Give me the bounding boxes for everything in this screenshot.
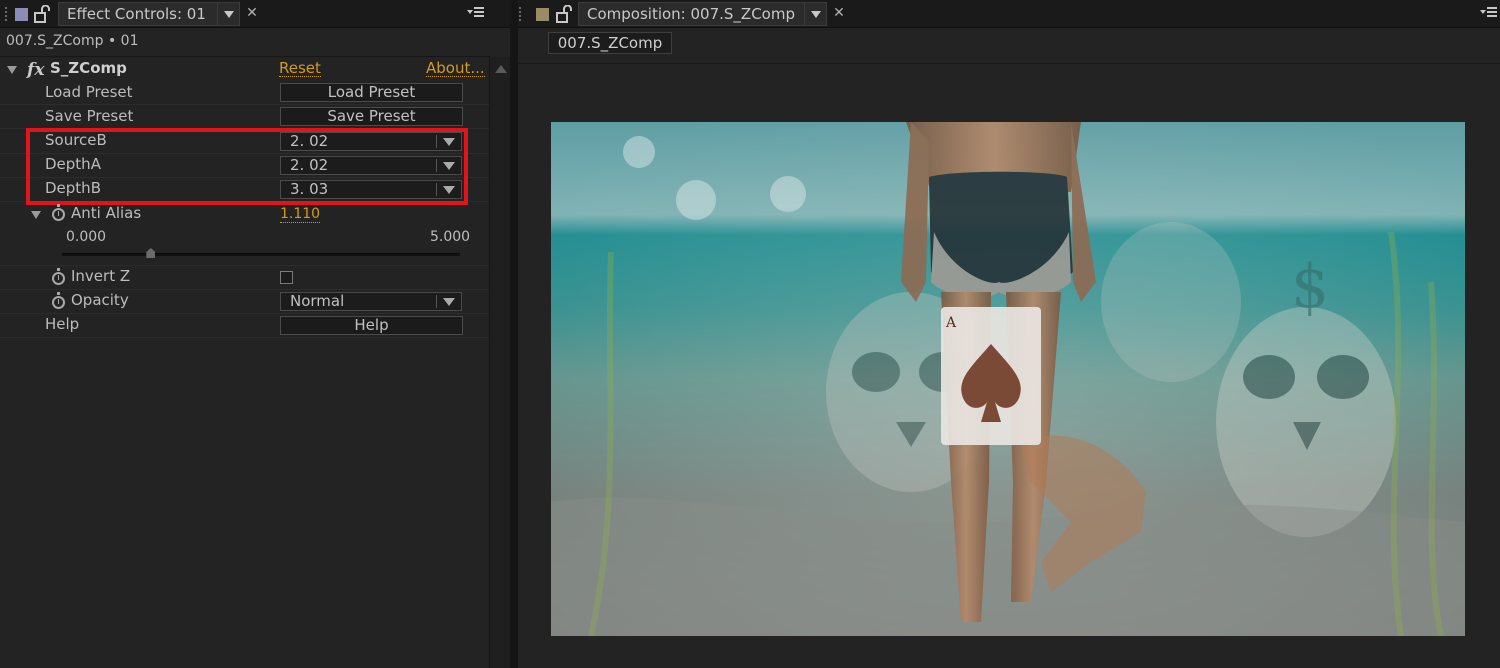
highlight-box: [26, 128, 468, 205]
chevron-down-icon[interactable]: [217, 3, 239, 25]
property-row-invert-z: Invert Z: [0, 266, 489, 290]
effect-name: S_ZComp: [50, 59, 127, 77]
panel-divider[interactable]: [510, 0, 518, 668]
load-preset-button[interactable]: Load Preset: [280, 83, 463, 102]
chevron-down-icon[interactable]: [804, 3, 826, 25]
about-link[interactable]: About...: [426, 60, 485, 77]
scroll-up-icon[interactable]: [495, 65, 507, 73]
panel-grip-icon[interactable]: [518, 6, 522, 22]
tab-composition[interactable]: Composition: 007.S_ZComp: [578, 2, 827, 26]
close-icon[interactable]: ✕: [245, 4, 259, 22]
unlock-icon[interactable]: [34, 5, 50, 23]
property-row-opacity: Opacity Normal: [0, 290, 489, 314]
property-label: Help: [45, 315, 80, 333]
panel-color-swatch-icon: [15, 8, 28, 21]
twirl-down-icon[interactable]: [31, 211, 41, 219]
divider: [518, 63, 1500, 64]
scrollbar[interactable]: [489, 57, 510, 668]
invert-z-checkbox[interactable]: [280, 271, 293, 284]
help-button[interactable]: Help: [280, 316, 463, 335]
anti-alias-value[interactable]: 1.110: [280, 206, 321, 223]
tab-effect-controls[interactable]: Effect Controls: 01: [58, 2, 240, 26]
effect-controls-tabbar: Effect Controls: 01 ✕: [0, 0, 510, 28]
fx-icon[interactable]: fx: [27, 60, 44, 80]
composition-tabbar: Composition: 007.S_ZComp ✕: [518, 0, 1500, 28]
stopwatch-icon[interactable]: [52, 292, 65, 309]
property-label: Save Preset: [45, 107, 134, 125]
divider: [436, 295, 437, 308]
stopwatch-icon[interactable]: [52, 268, 65, 285]
twirl-down-icon[interactable]: [7, 66, 17, 74]
skull-overlay-top: [1101, 222, 1241, 382]
property-label: Load Preset: [45, 83, 133, 101]
property-label: Opacity: [71, 291, 129, 309]
panel-menu-icon[interactable]: [467, 6, 485, 20]
layer-breadcrumb: 007.S_ZComp • 01: [6, 33, 139, 49]
unlock-icon[interactable]: [556, 5, 572, 23]
panel-menu-icon[interactable]: [1480, 6, 1498, 20]
effect-controls-panel: Effect Controls: 01 ✕ 007.S_ZComp • 01 f…: [0, 0, 510, 668]
card-rank: A: [945, 315, 957, 331]
slider-row: [0, 241, 489, 266]
panel-color-swatch-icon: [536, 8, 549, 21]
close-icon[interactable]: ✕: [832, 4, 846, 22]
stopwatch-icon[interactable]: [52, 204, 65, 221]
composition-subtab[interactable]: 007.S_ZComp: [548, 32, 672, 54]
svg-text:$: $: [1291, 252, 1329, 322]
property-row-save-preset: Save Preset Save Preset: [0, 105, 489, 129]
chevron-down-icon: [443, 298, 455, 306]
property-label: Anti Alias: [71, 204, 142, 222]
tab-composition-label: Composition: 007.S_ZComp: [587, 5, 795, 23]
playing-card: A: [941, 307, 1041, 445]
reset-link[interactable]: Reset: [279, 60, 321, 77]
tab-effect-controls-label: Effect Controls: 01: [67, 5, 206, 23]
save-preset-button[interactable]: Save Preset: [280, 107, 463, 126]
composition-viewer[interactable]: $ A: [551, 122, 1465, 636]
property-row-load-preset: Load Preset Load Preset: [0, 81, 489, 105]
property-row-help: Help Help: [0, 314, 489, 338]
opacity-mode-select[interactable]: Normal: [280, 292, 462, 311]
panel-grip-icon[interactable]: [4, 6, 8, 22]
opacity-mode-value: Normal: [290, 292, 345, 310]
property-label: Invert Z: [71, 267, 131, 285]
